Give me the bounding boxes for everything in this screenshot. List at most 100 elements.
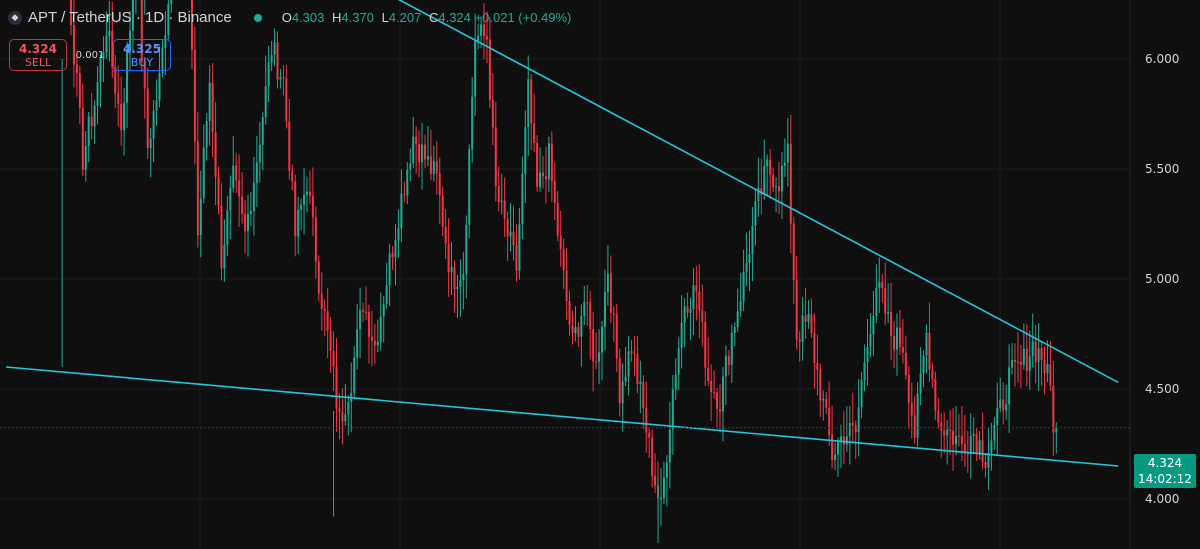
candle-body <box>952 430 955 445</box>
candle-body <box>252 182 255 212</box>
candle-body <box>544 176 547 180</box>
candle-body <box>311 195 314 218</box>
candle-body <box>264 86 267 118</box>
candle-body <box>763 166 766 195</box>
candle-body <box>214 132 217 178</box>
change-value: +0.021 (+0.49%) <box>474 10 572 25</box>
sell-button[interactable]: 4.324 SELL <box>9 39 67 71</box>
candle-body <box>196 141 199 236</box>
y-tick-label: 5.500 <box>1145 162 1179 176</box>
candle-body <box>341 411 344 422</box>
candle-body <box>438 173 441 196</box>
candle-body <box>745 262 748 272</box>
candle-body <box>494 127 497 187</box>
candle-body <box>1014 360 1016 362</box>
candle-body <box>527 79 530 128</box>
candle-body <box>854 425 857 433</box>
candle-body <box>1043 359 1046 374</box>
candle-body <box>300 204 303 210</box>
buy-button[interactable]: 4.325 BUY <box>113 39 171 71</box>
candle-body <box>317 261 320 294</box>
candle-body <box>842 436 845 445</box>
candle-body <box>474 40 477 97</box>
candle-body <box>117 93 120 104</box>
candle-body <box>211 82 214 133</box>
candle-body <box>220 205 223 269</box>
candle-body <box>660 497 662 499</box>
candle-body <box>813 333 816 363</box>
candle-body <box>916 393 919 438</box>
candle-body <box>120 103 123 131</box>
buy-price: 4.325 <box>123 42 161 56</box>
candle-body <box>769 159 772 175</box>
candle-body <box>707 368 710 381</box>
candle-body <box>913 415 916 438</box>
candle-body <box>208 82 211 122</box>
candle-body <box>376 341 379 346</box>
candle-body <box>845 436 848 445</box>
candle-body <box>603 291 606 327</box>
trendline-resistance <box>397 0 1119 384</box>
candle-body <box>291 170 294 182</box>
candle-body <box>412 136 415 164</box>
market-status-icon[interactable] <box>253 13 262 22</box>
candle-body <box>480 24 483 36</box>
candle-body <box>692 285 695 310</box>
candle-body <box>421 144 424 163</box>
candle-body <box>447 243 450 273</box>
candle-body <box>515 245 518 271</box>
candle-body <box>87 116 90 146</box>
candle-body <box>999 399 1002 408</box>
candle-body <box>524 127 527 174</box>
candle-body <box>356 329 359 358</box>
candle-body <box>972 434 975 437</box>
candle-body <box>633 353 636 355</box>
candle-body <box>500 200 503 203</box>
candle-body <box>217 177 220 206</box>
candle-body <box>453 267 456 290</box>
candle-body <box>904 352 907 375</box>
candle-body <box>297 209 300 237</box>
candle-body <box>483 24 485 37</box>
candle-body <box>1016 361 1019 363</box>
candle-body <box>589 302 592 330</box>
candle-body <box>547 143 550 180</box>
candle-body <box>1008 367 1011 405</box>
symbol-title[interactable]: APT / TetherUS · 1D · Binance <box>28 9 232 26</box>
candle-body <box>444 226 447 244</box>
candle-body <box>108 30 111 37</box>
candle-body <box>379 316 382 342</box>
candle-body <box>627 351 630 377</box>
apt-logo-icon[interactable]: ◆ <box>8 10 22 25</box>
candle-body <box>857 407 860 433</box>
candle-body <box>347 401 350 415</box>
candle-body <box>456 286 459 290</box>
candle-body <box>1022 348 1025 365</box>
candle-body <box>789 143 792 224</box>
bar-countdown: 14:02:12 <box>1138 472 1192 486</box>
candle-body <box>872 315 875 335</box>
candle-body <box>645 407 648 433</box>
candle-body <box>329 330 332 352</box>
price-chart[interactable]: 4.0004.5005.0005.5006.0006.5007.0007.500… <box>0 0 1200 549</box>
candle-body <box>969 436 972 454</box>
candle-body <box>332 351 335 367</box>
candle-body <box>580 316 583 337</box>
y-tick-label: 4.000 <box>1145 492 1179 506</box>
candle-body <box>710 380 713 393</box>
candle-body <box>828 407 831 436</box>
candle-body <box>450 267 453 273</box>
candle-body <box>93 105 96 127</box>
candle-body <box>323 308 326 312</box>
candle-body <box>367 312 370 337</box>
candle-body <box>391 253 394 258</box>
candle-body <box>981 440 984 462</box>
candle-body <box>258 144 261 163</box>
candle-body <box>397 228 400 240</box>
candle-body <box>468 149 471 225</box>
candle-body <box>559 235 562 250</box>
candle-body <box>966 453 969 455</box>
candle-body <box>955 435 957 445</box>
candle-body <box>721 376 724 412</box>
candle-body <box>674 374 677 390</box>
